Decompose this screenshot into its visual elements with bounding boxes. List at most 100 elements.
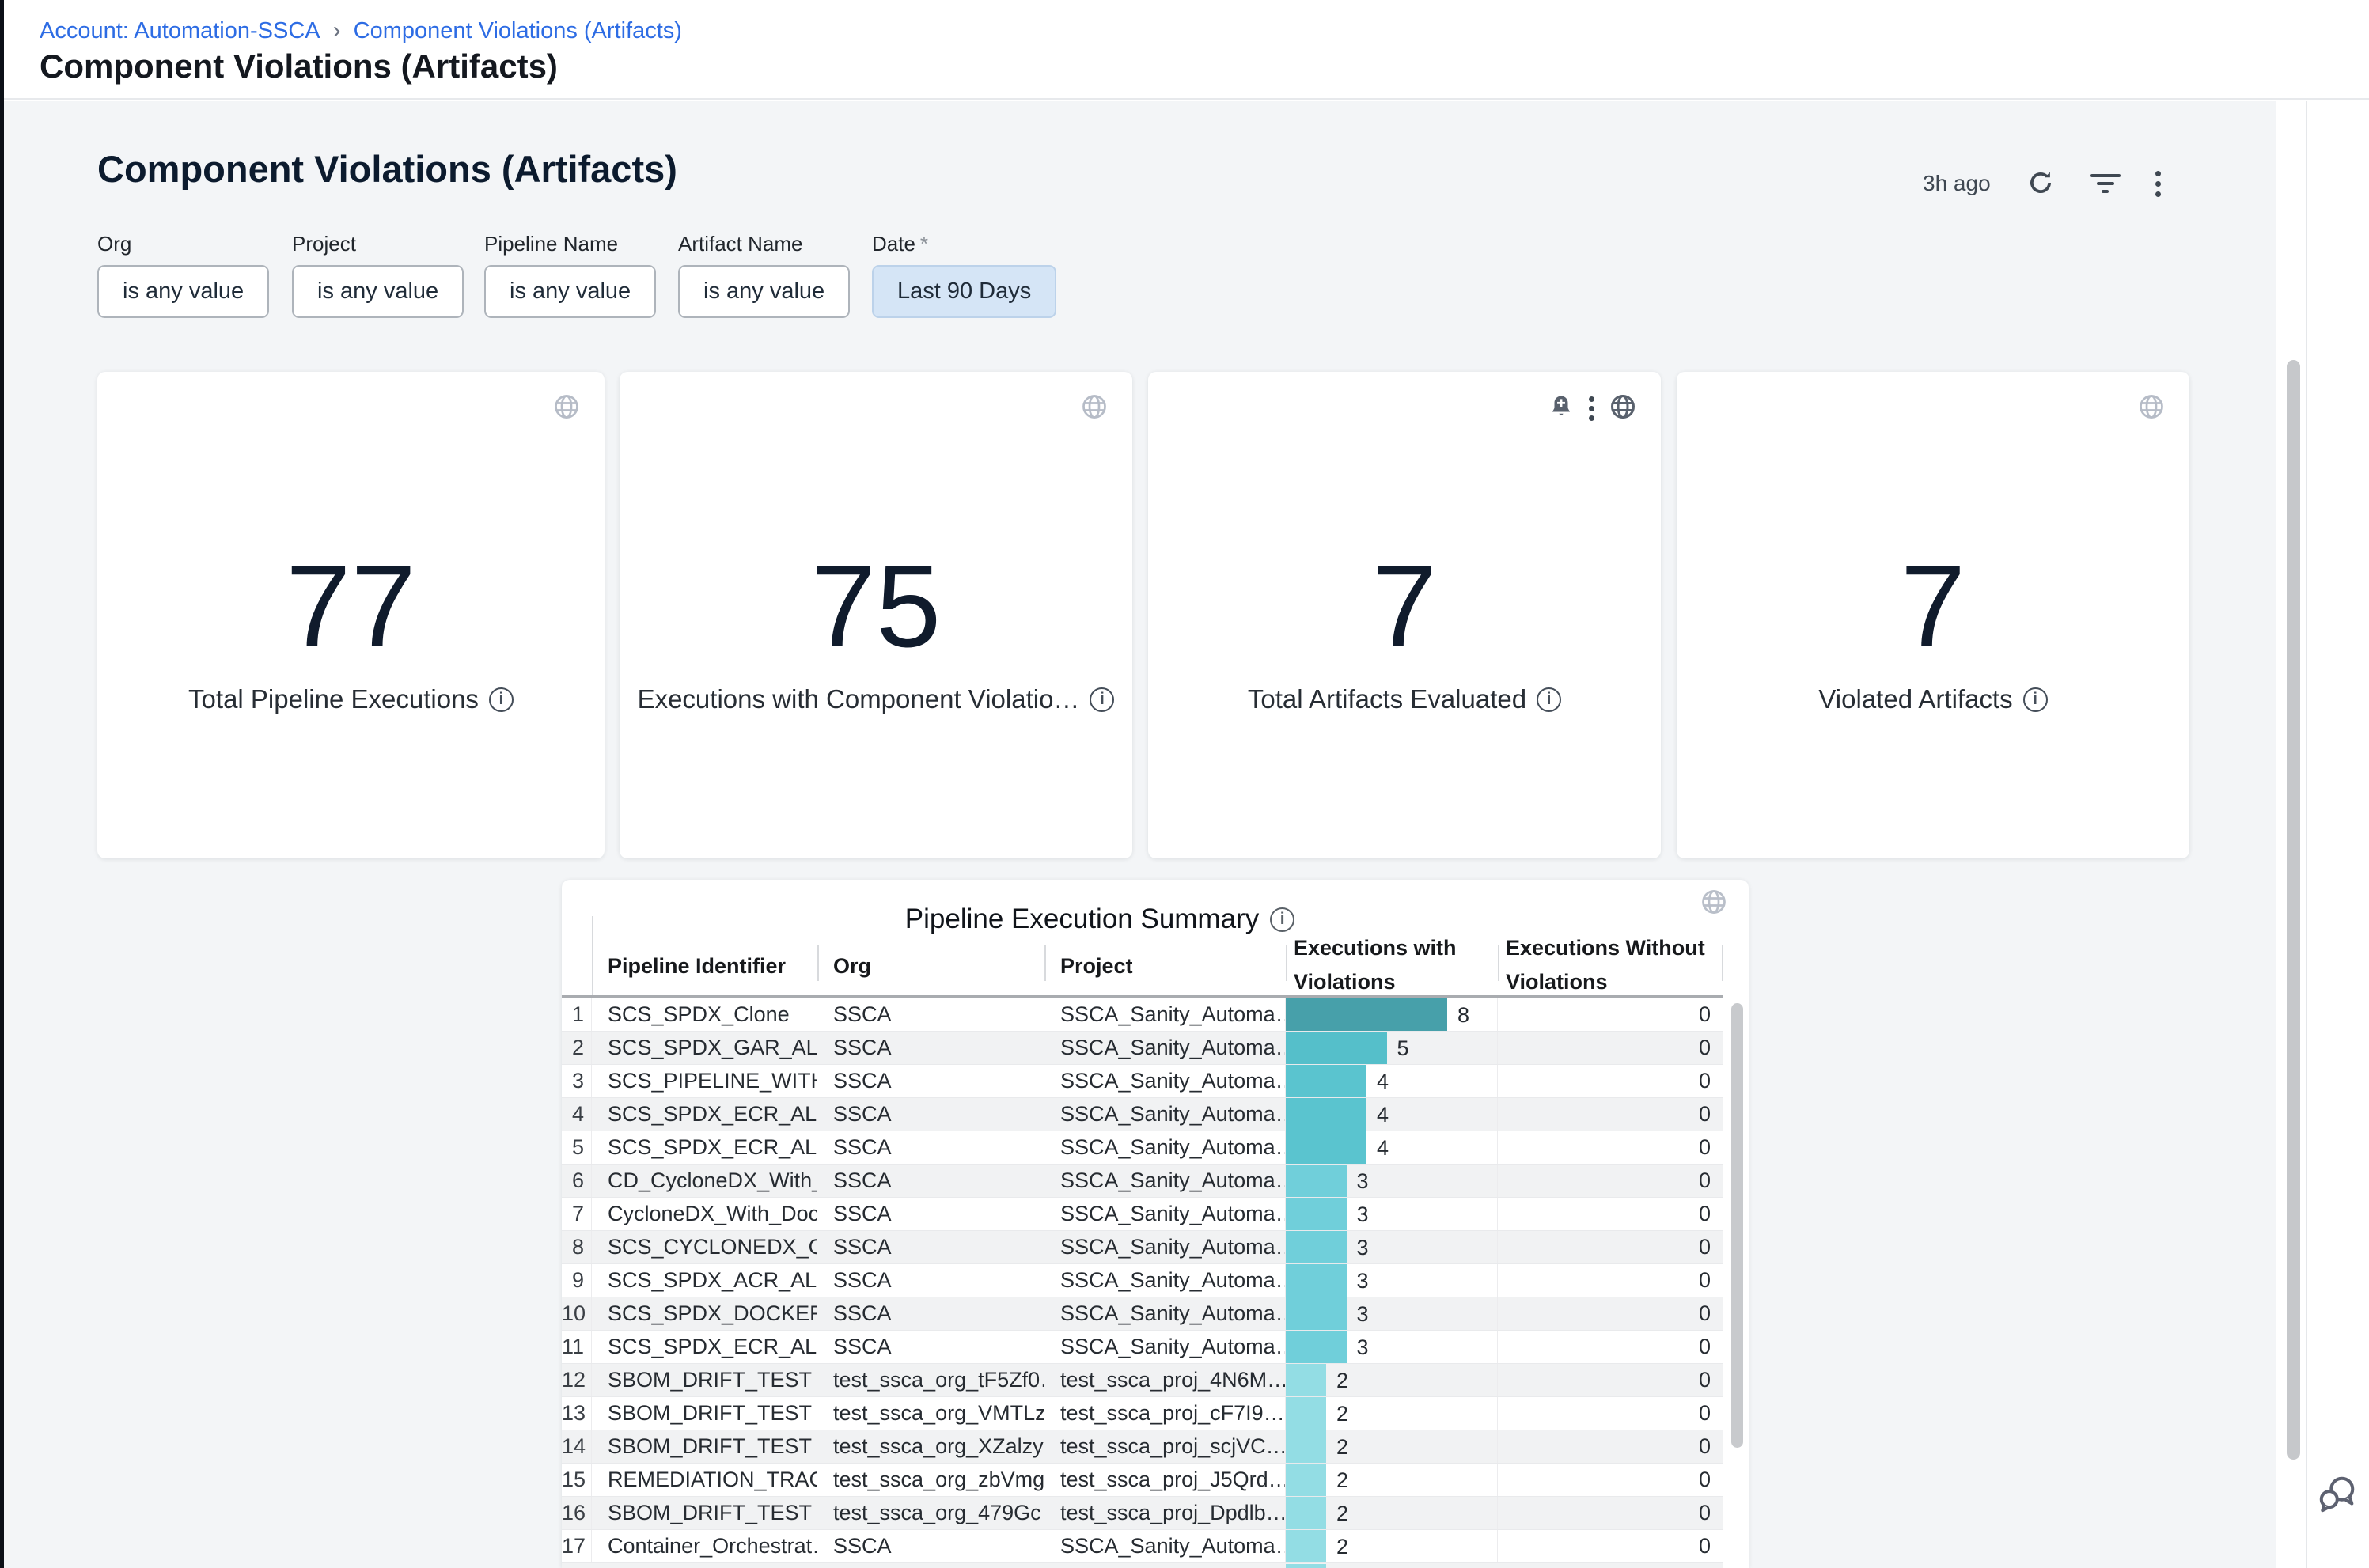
table-row[interactable]: 15 REMEDIATION_TRAC… test_ssca_org_zbVmg… <box>562 1463 1723 1496</box>
violations-bar <box>1286 1364 1326 1396</box>
globe-icon[interactable] <box>1700 888 1728 920</box>
cell-pipeline-identifier: SCS_CYCLONEDX_GA… <box>592 1231 817 1263</box>
filter-date-value[interactable]: Last 90 Days <box>872 265 1056 318</box>
breadcrumb-current-link[interactable]: Component Violations (Artifacts) <box>354 18 682 44</box>
cell-org: SSCA <box>817 1198 1044 1230</box>
cell-org: test_ssca_org_zbVmg… <box>817 1464 1044 1496</box>
row-index: 14 <box>562 1430 592 1463</box>
breadcrumb: Account: Automation-SSCA › Component Vio… <box>40 17 682 44</box>
violations-bar <box>1286 1464 1326 1496</box>
violations-bar <box>1286 1564 1326 1568</box>
dashboard-more-button[interactable] <box>2155 171 2161 197</box>
filter-project-value[interactable]: is any value <box>292 265 464 318</box>
cell-executions-with-violations: 4 <box>1286 1098 1498 1131</box>
row-index: 11 <box>562 1331 592 1363</box>
refresh-icon <box>2026 168 2056 200</box>
col-header-executions-without-violations-line2[interactable]: Violations <box>1506 970 1608 994</box>
table-row[interactable]: 17 Container_Orchestrat… SSCA SSCA_Sanit… <box>562 1529 1723 1562</box>
cell-executions-with-violations: 2 <box>1286 1397 1498 1430</box>
pipeline-execution-summary-panel: Pipeline Execution Summary Pipeline Iden… <box>562 880 1749 1568</box>
table-row[interactable]: 12 SBOM_DRIFT_TEST test_ssca_org_tF5Zf0…… <box>562 1363 1723 1396</box>
cell-executions-without-violations: 0 <box>1498 1297 1723 1330</box>
violations-bar <box>1286 998 1447 1031</box>
cell-org: SSCA <box>817 998 1044 1031</box>
table-row[interactable]: 14 SBOM_DRIFT_TEST test_ssca_org_XZalzy…… <box>562 1430 1723 1463</box>
globe-icon[interactable] <box>1080 392 1109 425</box>
violations-bar <box>1286 1331 1347 1363</box>
cell-org: SSCA <box>817 1165 1044 1197</box>
table-row[interactable]: 13 SBOM_DRIFT_TEST test_ssca_org_VMTLz… … <box>562 1396 1723 1430</box>
refresh-button[interactable] <box>2026 168 2056 200</box>
filter-org-label: Org <box>97 232 269 259</box>
table-row[interactable]: 1 SCS_SPDX_Clone SSCA SSCA_Sanity_Automa… <box>562 998 1723 1031</box>
table-row[interactable]: 6 CD_CycloneDX_With_… SSCA SSCA_Sanity_A… <box>562 1164 1723 1197</box>
cell-project: SSCA_Sanity_Automa… <box>1044 1098 1286 1131</box>
last-refreshed-label: 3h ago <box>1923 171 1991 196</box>
table-row[interactable]: 11 SCS_SPDX_ECR_ALL_… SSCA SSCA_Sanity_A… <box>562 1330 1723 1363</box>
row-index: 10 <box>562 1297 592 1330</box>
tile-executions-with-violations: 75 Executions with Component Violatio… <box>620 372 1132 858</box>
info-icon[interactable] <box>1090 687 1114 712</box>
cell-org: test_ssca_org_XZalzy… <box>817 1430 1044 1463</box>
cell-project: SSCA_Sanity_Automa… <box>1044 998 1286 1031</box>
violations-bar <box>1286 1297 1347 1330</box>
col-header-project[interactable]: Project <box>1060 954 1133 979</box>
violations-value: 3 <box>1357 1165 1369 1197</box>
cell-pipeline-identifier: SCS_PIPELINE_WITH… <box>592 1065 817 1097</box>
cell-project: SSCA_Sanity_Automa… <box>1044 1165 1286 1197</box>
alert-bell-icon[interactable] <box>1548 393 1575 424</box>
table-row[interactable]: 5 SCS_SPDX_ECR_ALL_… SSCA SSCA_Sanity_Au… <box>562 1131 1723 1164</box>
col-header-executions-with-violations[interactable]: Executions with <box>1294 936 1457 960</box>
page-scrollbar[interactable] <box>2287 360 2300 1460</box>
globe-icon[interactable] <box>1609 392 1637 425</box>
cell-pipeline-identifier: SCS_SPDX_GAR_ALL… <box>592 1032 817 1064</box>
column-divider <box>1498 945 1499 981</box>
col-header-executions-without-violations[interactable]: Executions Without <box>1506 936 1705 960</box>
cell-pipeline-identifier: REMEDIATION_TRAC… <box>592 1464 817 1496</box>
table-row[interactable]: 8 SCS_CYCLONEDX_GA… SSCA SSCA_Sanity_Aut… <box>562 1230 1723 1263</box>
table-row[interactable]: 9 SCS_SPDX_ACR_ALL… SSCA SSCA_Sanity_Aut… <box>562 1263 1723 1297</box>
cell-pipeline-identifier: SBOM_DRIFT_TEST <box>592 1364 817 1396</box>
globe-icon[interactable] <box>2137 392 2166 425</box>
tile-more-icon[interactable] <box>1589 396 1594 421</box>
info-icon[interactable] <box>2023 687 2048 712</box>
filter-lines-icon <box>2090 174 2121 193</box>
filter-project-label: Project <box>292 232 464 259</box>
table-row[interactable]: 16 SBOM_DRIFT_TEST test_ssca_org_479Gc… … <box>562 1496 1723 1529</box>
filter-pipeline-name-value[interactable]: is any value <box>484 265 656 318</box>
cell-project: test_ssca_proj_cF7I9… <box>1044 1397 1286 1430</box>
table-row[interactable]: 2 SCS_SPDX_GAR_ALL… SSCA SSCA_Sanity_Aut… <box>562 1031 1723 1064</box>
cell-project: SSCA_Sanity_Automa… <box>1044 1032 1286 1064</box>
col-header-pipeline-identifier[interactable]: Pipeline Identifier <box>608 954 786 979</box>
cell-executions-without-violations: 0 <box>1498 1397 1723 1430</box>
info-icon[interactable] <box>1537 687 1561 712</box>
help-chat-icon[interactable] <box>2317 1473 2358 1518</box>
col-header-executions-with-violations-line2[interactable]: Violations <box>1294 970 1396 994</box>
cell-pipeline-identifier: SCS_SPDX_ECR_ALL_… <box>592 1131 817 1164</box>
violations-bar <box>1286 1131 1366 1164</box>
info-icon[interactable] <box>489 687 514 712</box>
violations-bar <box>1286 1231 1347 1263</box>
cell-executions-with-violations: 2 <box>1286 1530 1498 1562</box>
table-scrollbar[interactable] <box>1731 1003 1743 1448</box>
filters-button[interactable] <box>2090 174 2121 193</box>
dashboard-title: Component Violations (Artifacts) <box>97 147 677 191</box>
filter-org-value[interactable]: is any value <box>97 265 269 318</box>
filter-artifact-name-value[interactable]: is any value <box>678 265 850 318</box>
table-row[interactable]: 4 SCS_SPDX_ECR_ALL_… SSCA SSCA_Sanity_Au… <box>562 1097 1723 1131</box>
table-row[interactable]: 10 SCS_SPDX_DOCKER_… SSCA SSCA_Sanity_Au… <box>562 1297 1723 1330</box>
col-header-org[interactable]: Org <box>833 954 871 979</box>
cell-org: SSCA <box>817 1032 1044 1064</box>
row-index: 7 <box>562 1198 592 1230</box>
cell-executions-without-violations: 0 <box>1498 1231 1723 1263</box>
table-row[interactable]: 3 SCS_PIPELINE_WITH… SSCA SSCA_Sanity_Au… <box>562 1064 1723 1097</box>
violations-value: 4 <box>1377 1099 1389 1131</box>
globe-icon[interactable] <box>552 392 581 425</box>
breadcrumb-account-link[interactable]: Account: Automation-SSCA <box>40 18 320 44</box>
kebab-menu-icon <box>2155 171 2161 197</box>
table-row[interactable]: 7 CycloneDX_With_Doc… SSCA SSCA_Sanity_A… <box>562 1197 1723 1230</box>
cell-org: test_ssca_org_tF5Zf0… <box>817 1364 1044 1396</box>
info-icon[interactable] <box>1270 907 1294 932</box>
cell-executions-without-violations: 0 <box>1498 1497 1723 1529</box>
column-divider <box>592 916 593 995</box>
